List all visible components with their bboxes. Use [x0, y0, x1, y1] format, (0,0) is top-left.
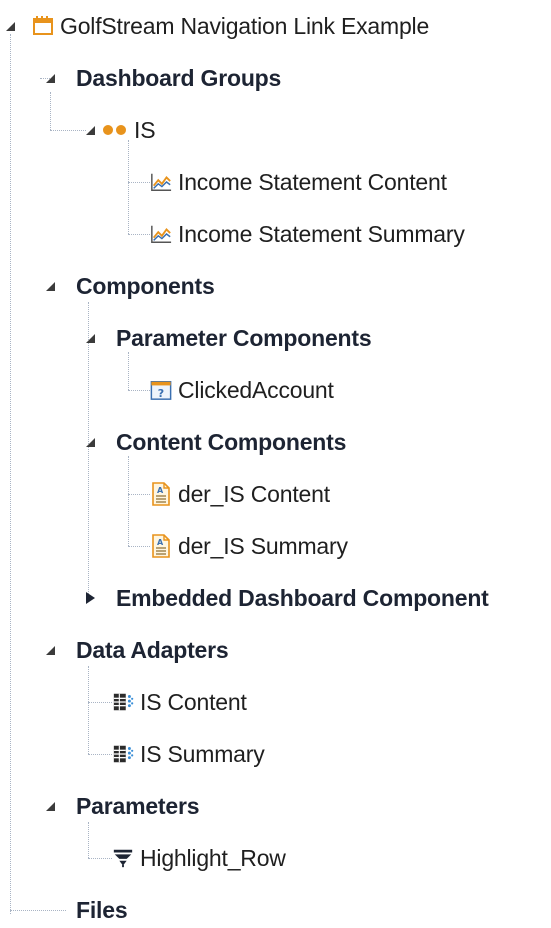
- tree-node-parameter-component[interactable]: ? ClickedAccount: [150, 372, 334, 408]
- tree-line: [128, 140, 129, 234]
- report-doc-icon: A: [150, 482, 172, 506]
- tree-line: [50, 92, 51, 130]
- tree-node-data-adapter[interactable]: IS Summary: [112, 736, 265, 772]
- dashboard-window-icon: [32, 15, 54, 37]
- content-component-label: der_IS Content: [178, 480, 330, 507]
- tree-line: [88, 822, 89, 858]
- parameter-components-label: Parameter Components: [116, 324, 372, 351]
- tree-line: [128, 494, 150, 495]
- collapse-arrow-icon[interactable]: [42, 70, 58, 86]
- root-label: GolfStream Navigation Link Example: [60, 12, 430, 39]
- data-adapter-label: IS Content: [140, 688, 247, 715]
- files-label: Files: [76, 896, 128, 923]
- group-dots-icon: [102, 119, 128, 141]
- embedded-dashboard-component-label: Embedded Dashboard Component: [116, 584, 489, 611]
- chart-icon: [150, 171, 172, 193]
- tree-node-content-component[interactable]: A der_IS Summary: [150, 528, 348, 564]
- tree-line: [10, 910, 66, 911]
- tree-node-dashboard-groups[interactable]: Dashboard Groups: [42, 60, 281, 96]
- data-adapters-label: Data Adapters: [76, 636, 229, 663]
- collapse-arrow-icon[interactable]: [42, 278, 58, 294]
- dashboard-label: Income Statement Summary: [178, 220, 465, 247]
- content-component-label: der_IS Summary: [178, 532, 348, 559]
- tree-line: [88, 666, 89, 754]
- components-label: Components: [76, 272, 215, 299]
- tree-node-content-components[interactable]: Content Components: [82, 424, 346, 460]
- tree-node-files[interactable]: Files: [76, 892, 128, 928]
- tree-node-parameter[interactable]: Highlight_Row: [112, 840, 286, 876]
- tree-line: [128, 182, 150, 183]
- tree-line: [50, 130, 86, 131]
- tree-node-parameters[interactable]: Parameters: [42, 788, 200, 824]
- collapse-arrow-icon[interactable]: [82, 122, 98, 138]
- collapse-arrow-icon[interactable]: [82, 434, 98, 450]
- data-adapter-label: IS Summary: [140, 740, 265, 767]
- tree-line: [88, 702, 112, 703]
- data-adapter-icon: [112, 691, 134, 713]
- tree-node-data-adapters[interactable]: Data Adapters: [42, 632, 229, 668]
- data-adapter-icon: [112, 743, 134, 765]
- tree-line: [88, 858, 112, 859]
- svg-text:?: ?: [158, 387, 164, 400]
- tree-line: [10, 34, 11, 914]
- collapse-arrow-icon[interactable]: [42, 642, 58, 658]
- dashboard-label: Income Statement Content: [178, 168, 447, 195]
- svg-text:A: A: [157, 486, 164, 495]
- is-group-label: IS: [134, 116, 156, 143]
- expand-arrow-icon[interactable]: [82, 590, 98, 606]
- tree-node-components[interactable]: Components: [42, 268, 215, 304]
- tree-node-is-group[interactable]: IS: [82, 112, 156, 148]
- tree-line: [128, 390, 150, 391]
- dashboard-groups-label: Dashboard Groups: [76, 64, 282, 91]
- content-components-label: Content Components: [116, 428, 347, 455]
- tree-line: [128, 546, 150, 547]
- tree-node-embedded-dashboard-component[interactable]: Embedded Dashboard Component: [82, 580, 489, 616]
- collapse-arrow-icon[interactable]: [82, 330, 98, 346]
- tree-line: [88, 754, 112, 755]
- parameter-question-icon: ?: [150, 379, 172, 401]
- collapse-arrow-icon[interactable]: [42, 798, 58, 814]
- tree-node-dashboard[interactable]: Income Statement Summary: [150, 216, 465, 252]
- tree-node-parameter-components[interactable]: Parameter Components: [82, 320, 372, 356]
- tree-node-content-component[interactable]: A der_IS Content: [150, 476, 330, 512]
- parameters-label: Parameters: [76, 792, 200, 819]
- collapse-arrow-icon[interactable]: [2, 18, 18, 34]
- tree-line: [128, 456, 129, 546]
- tree-node-dashboard[interactable]: Income Statement Content: [150, 164, 447, 200]
- report-doc-icon: A: [150, 534, 172, 558]
- tree-line: [128, 352, 129, 390]
- chart-icon: [150, 223, 172, 245]
- parameter-label: Highlight_Row: [140, 844, 286, 871]
- tree-node-root[interactable]: GolfStream Navigation Link Example: [2, 8, 429, 44]
- svg-text:A: A: [157, 538, 164, 547]
- tree-node-data-adapter[interactable]: IS Content: [112, 684, 247, 720]
- tree-line: [128, 234, 150, 235]
- parameter-component-label: ClickedAccount: [178, 376, 334, 403]
- navigation-tree: GolfStream Navigation Link Example Dashb…: [0, 0, 551, 922]
- filter-funnel-icon: [112, 847, 134, 869]
